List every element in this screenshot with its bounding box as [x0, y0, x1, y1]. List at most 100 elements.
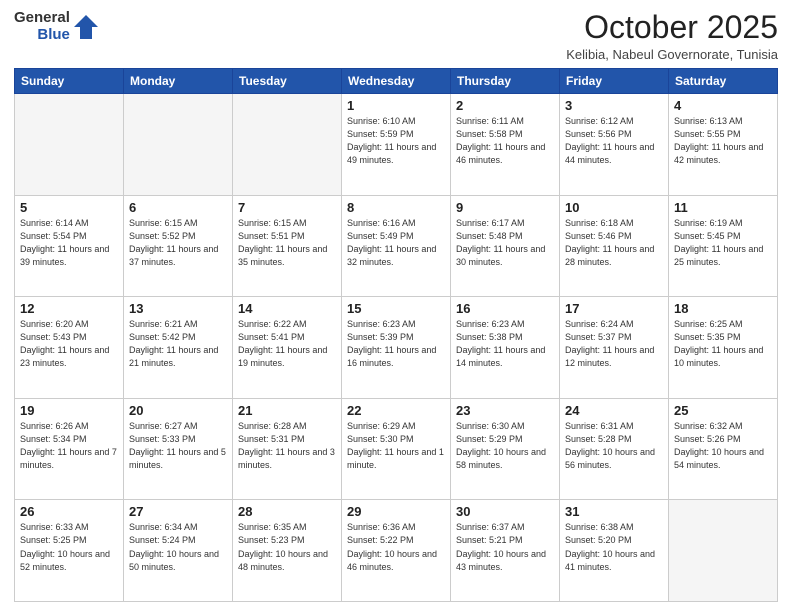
header: General Blue October 2025 Kelibia, Nabeu… [14, 10, 778, 62]
table-row: 2Sunrise: 6:11 AM Sunset: 5:58 PM Daylig… [451, 94, 560, 196]
col-monday: Monday [124, 69, 233, 94]
table-row: 31 Sunrise: 6:38 AM Sunset: 5:20 PM Dayli… [560, 500, 669, 602]
day-info: Sunrise: 6:38 AM Sunset: 5:20 PM Dayligh… [565, 521, 663, 573]
day-info: Sunrise: 6:15 AM Sunset: 5:52 PM Dayligh… [129, 217, 227, 269]
table-row: 14Sunrise: 6:22 AM Sunset: 5:41 PM Dayli… [233, 297, 342, 399]
col-friday: Friday [560, 69, 669, 94]
day-info: Sunrise: 6:14 AM Sunset: 5:54 PM Dayligh… [20, 217, 118, 269]
table-row: 22 Sunrise: 6:29 AM Sunset: 5:30 PM Dayli… [342, 398, 451, 500]
calendar-week-row: 5 Sunrise: 6:14 AM Sunset: 5:54 PM Daylig… [15, 195, 778, 297]
day-info: Sunrise: 6:34 AM Sunset: 5:24 PM Dayligh… [129, 521, 227, 573]
day-info: Sunrise: 6:20 AM Sunset: 5:43 PM Dayligh… [20, 318, 118, 370]
table-row: 21Sunrise: 6:28 AM Sunset: 5:31 PM Dayli… [233, 398, 342, 500]
location-subtitle: Kelibia, Nabeul Governorate, Tunisia [566, 47, 778, 62]
table-row: 15 Sunrise: 6:23 AM Sunset: 5:39 PM Dayli… [342, 297, 451, 399]
day-number: 11 [674, 200, 772, 215]
day-info: Sunrise: 6:23 AM Sunset: 5:39 PM Dayligh… [347, 318, 445, 370]
day-number: 16 [456, 301, 554, 316]
calendar-table: Sunday Monday Tuesday Wednesday Thursday… [14, 68, 778, 602]
day-info: Sunrise: 6:10 AM Sunset: 5:59 PM Dayligh… [347, 115, 445, 167]
day-number: 12 [20, 301, 118, 316]
day-number: 3 [565, 98, 663, 113]
col-tuesday: Tuesday [233, 69, 342, 94]
title-area: October 2025 Kelibia, Nabeul Governorate… [566, 10, 778, 62]
table-row: 29Sunrise: 6:36 AM Sunset: 5:22 PM Dayli… [342, 500, 451, 602]
col-thursday: Thursday [451, 69, 560, 94]
calendar-week-row: 12 Sunrise: 6:20 AM Sunset: 5:43 PM Dayli… [15, 297, 778, 399]
table-row: 16 Sunrise: 6:23 AM Sunset: 5:38 PM Dayli… [451, 297, 560, 399]
day-info: Sunrise: 6:26 AM Sunset: 5:34 PM Dayligh… [20, 420, 118, 472]
table-row: 4 Sunrise: 6:13 AM Sunset: 5:55 PM Daylig… [669, 94, 778, 196]
calendar-week-row: 1 Sunrise: 6:10 AM Sunset: 5:59 PM Daylig… [15, 94, 778, 196]
day-info: Sunrise: 6:23 AM Sunset: 5:38 PM Dayligh… [456, 318, 554, 370]
table-row: 6Sunrise: 6:15 AM Sunset: 5:52 PM Daylig… [124, 195, 233, 297]
page: General Blue October 2025 Kelibia, Nabeu… [0, 0, 792, 612]
day-info: Sunrise: 6:21 AM Sunset: 5:42 PM Dayligh… [129, 318, 227, 370]
day-number: 19 [20, 403, 118, 418]
day-number: 7 [238, 200, 336, 215]
logo-general-part: General [14, 10, 70, 27]
logo: General Blue [14, 10, 100, 43]
day-number: 13 [129, 301, 227, 316]
table-row: 7 Sunrise: 6:15 AM Sunset: 5:51 PM Daylig… [233, 195, 342, 297]
day-number: 14 [238, 301, 336, 316]
day-info: Sunrise: 6:18 AM Sunset: 5:46 PM Dayligh… [565, 217, 663, 269]
day-number: 28 [238, 504, 336, 519]
day-number: 29 [347, 504, 445, 519]
table-row [669, 500, 778, 602]
day-info: Sunrise: 6:27 AM Sunset: 5:33 PM Dayligh… [129, 420, 227, 472]
table-row [233, 94, 342, 196]
day-number: 18 [674, 301, 772, 316]
day-info: Sunrise: 6:17 AM Sunset: 5:48 PM Dayligh… [456, 217, 554, 269]
month-title: October 2025 [566, 10, 778, 45]
table-row: 12 Sunrise: 6:20 AM Sunset: 5:43 PM Dayli… [15, 297, 124, 399]
day-number: 5 [20, 200, 118, 215]
table-row: 5 Sunrise: 6:14 AM Sunset: 5:54 PM Daylig… [15, 195, 124, 297]
day-info: Sunrise: 6:25 AM Sunset: 5:35 PM Dayligh… [674, 318, 772, 370]
col-saturday: Saturday [669, 69, 778, 94]
day-info: Sunrise: 6:24 AM Sunset: 5:37 PM Dayligh… [565, 318, 663, 370]
table-row: 26 Sunrise: 6:33 AM Sunset: 5:25 PM Dayli… [15, 500, 124, 602]
day-info: Sunrise: 6:11 AM Sunset: 5:58 PM Dayligh… [456, 115, 554, 167]
table-row: 27 Sunrise: 6:34 AM Sunset: 5:24 PM Dayli… [124, 500, 233, 602]
table-row: 17 Sunrise: 6:24 AM Sunset: 5:37 PM Dayli… [560, 297, 669, 399]
table-row: 10Sunrise: 6:18 AM Sunset: 5:46 PM Dayli… [560, 195, 669, 297]
table-row [15, 94, 124, 196]
calendar-week-row: 19 Sunrise: 6:26 AM Sunset: 5:34 PM Dayli… [15, 398, 778, 500]
table-row [124, 94, 233, 196]
day-info: Sunrise: 6:29 AM Sunset: 5:30 PM Dayligh… [347, 420, 445, 472]
day-number: 22 [347, 403, 445, 418]
day-number: 8 [347, 200, 445, 215]
day-info: Sunrise: 6:13 AM Sunset: 5:55 PM Dayligh… [674, 115, 772, 167]
table-row: 18 Sunrise: 6:25 AM Sunset: 5:35 PM Dayli… [669, 297, 778, 399]
col-sunday: Sunday [15, 69, 124, 94]
table-row: 20Sunrise: 6:27 AM Sunset: 5:33 PM Dayli… [124, 398, 233, 500]
day-number: 26 [20, 504, 118, 519]
day-info: Sunrise: 6:32 AM Sunset: 5:26 PM Dayligh… [674, 420, 772, 472]
day-number: 4 [674, 98, 772, 113]
table-row: 25Sunrise: 6:32 AM Sunset: 5:26 PM Dayli… [669, 398, 778, 500]
day-info: Sunrise: 6:35 AM Sunset: 5:23 PM Dayligh… [238, 521, 336, 573]
day-info: Sunrise: 6:15 AM Sunset: 5:51 PM Dayligh… [238, 217, 336, 269]
table-row: 9 Sunrise: 6:17 AM Sunset: 5:48 PM Daylig… [451, 195, 560, 297]
day-info: Sunrise: 6:33 AM Sunset: 5:25 PM Dayligh… [20, 521, 118, 573]
table-row: 19 Sunrise: 6:26 AM Sunset: 5:34 PM Dayli… [15, 398, 124, 500]
day-info: Sunrise: 6:12 AM Sunset: 5:56 PM Dayligh… [565, 115, 663, 167]
table-row: 1 Sunrise: 6:10 AM Sunset: 5:59 PM Daylig… [342, 94, 451, 196]
table-row: 3 Sunrise: 6:12 AM Sunset: 5:56 PM Daylig… [560, 94, 669, 196]
day-number: 15 [347, 301, 445, 316]
day-number: 17 [565, 301, 663, 316]
col-wednesday: Wednesday [342, 69, 451, 94]
day-info: Sunrise: 6:37 AM Sunset: 5:21 PM Dayligh… [456, 521, 554, 573]
day-number: 27 [129, 504, 227, 519]
day-number: 9 [456, 200, 554, 215]
logo-arrow-icon [72, 13, 100, 41]
day-number: 1 [347, 98, 445, 113]
day-number: 31 [565, 504, 663, 519]
day-number: 23 [456, 403, 554, 418]
table-row: 30Sunrise: 6:37 AM Sunset: 5:21 PM Dayli… [451, 500, 560, 602]
day-info: Sunrise: 6:30 AM Sunset: 5:29 PM Dayligh… [456, 420, 554, 472]
calendar-header-row: Sunday Monday Tuesday Wednesday Thursday… [15, 69, 778, 94]
table-row: 8Sunrise: 6:16 AM Sunset: 5:49 PM Daylig… [342, 195, 451, 297]
calendar-week-row: 26 Sunrise: 6:33 AM Sunset: 5:25 PM Dayli… [15, 500, 778, 602]
